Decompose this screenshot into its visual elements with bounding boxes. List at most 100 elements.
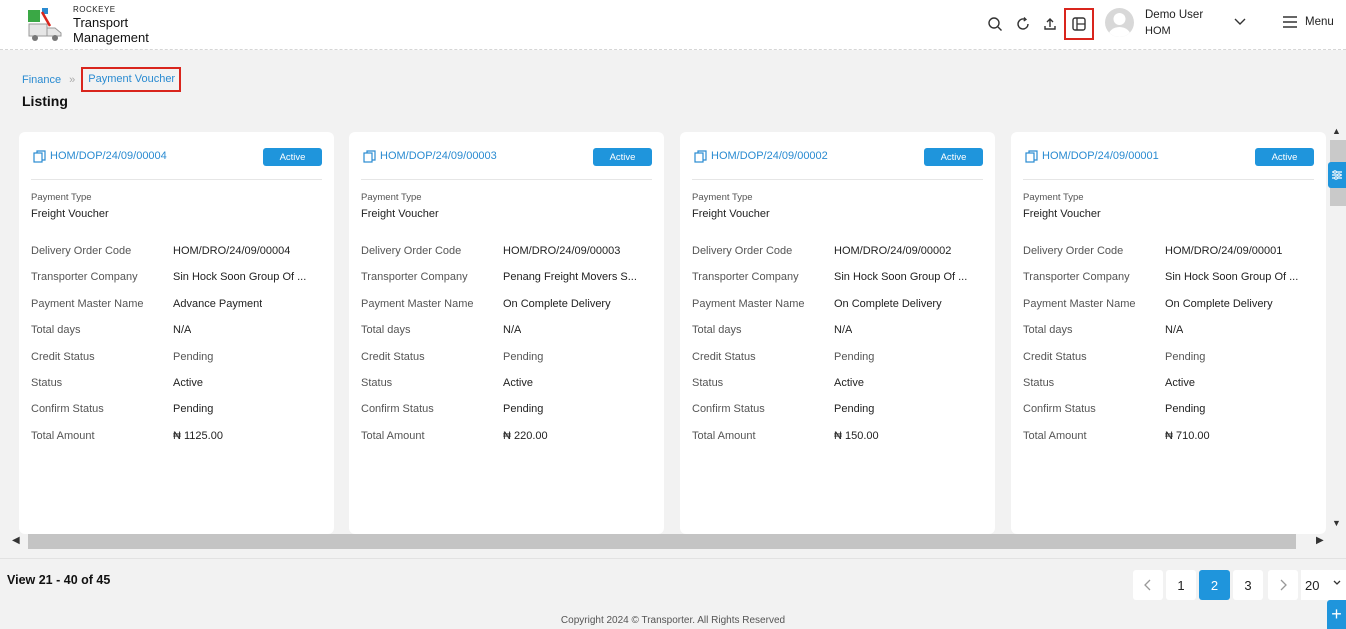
field-label: Credit Status <box>1023 350 1087 363</box>
voucher-card[interactable]: HOM/DOP/24/09/00002 Active Payment Type … <box>680 132 995 534</box>
scroll-up-icon[interactable]: ▲ <box>1332 126 1341 136</box>
total-days-value: N/A <box>834 324 853 337</box>
breadcrumb-payment-voucher[interactable]: Payment Voucher <box>81 67 182 92</box>
field-label: Transporter Company <box>1023 271 1130 284</box>
user-org: HOM <box>1145 25 1171 37</box>
horizontal-scroll-thumb[interactable] <box>28 534 1296 549</box>
voucher-card[interactable]: HOM/DOP/24/09/00004 Active Payment Type … <box>19 132 334 534</box>
total-days-value: N/A <box>1165 324 1184 337</box>
page-size-value: 20 <box>1305 577 1320 593</box>
refresh-icon[interactable] <box>1012 13 1034 35</box>
copy-icon[interactable] <box>363 150 376 163</box>
transporter-company-value: Sin Hock Soon Group Of ... <box>173 271 307 284</box>
card-header: HOM/DOP/24/09/00003 Active <box>361 144 652 180</box>
user-name[interactable]: Demo User <box>1145 9 1203 21</box>
credit-status-value: Pending <box>1165 350 1206 363</box>
confirm-status-value: Pending <box>173 403 214 416</box>
payment-type-value: Freight Voucher <box>31 208 109 220</box>
confirm-status-value: Pending <box>503 403 544 416</box>
truck-logo-icon <box>28 8 62 41</box>
menu-button[interactable]: Menu <box>1282 16 1334 28</box>
status-badge: Active <box>263 148 322 166</box>
page-button-3[interactable]: 3 <box>1233 570 1263 600</box>
next-page-button[interactable] <box>1268 570 1298 600</box>
confirm-status-value: Pending <box>1165 403 1206 416</box>
field-label: Payment Master Name <box>361 297 474 310</box>
chevron-down-icon[interactable] <box>1233 17 1247 27</box>
transporter-company-value: Sin Hock Soon Group Of ... <box>834 271 968 284</box>
payment-type-value: Freight Voucher <box>692 208 770 220</box>
prev-page-button[interactable] <box>1133 570 1163 600</box>
scroll-down-icon[interactable]: ▼ <box>1332 518 1341 528</box>
card-header: HOM/DOP/24/09/00001 Active <box>1023 144 1314 180</box>
copy-icon[interactable] <box>1025 150 1038 163</box>
breadcrumb-finance[interactable]: Finance <box>22 74 61 86</box>
field-label: Delivery Order Code <box>31 245 132 257</box>
field-label: Confirm Status <box>1023 403 1096 416</box>
field-label: Total days <box>692 324 742 337</box>
field-label: Payment Master Name <box>31 297 144 310</box>
page-button-2[interactable]: 2 <box>1199 570 1230 600</box>
field-label: Payment Master Name <box>692 297 805 310</box>
voucher-code-link[interactable]: HOM/DOP/24/09/00001 <box>1042 150 1159 162</box>
voucher-card[interactable]: HOM/DOP/24/09/00001 Active Payment Type … <box>1011 132 1326 534</box>
field-label: Total days <box>1023 324 1073 337</box>
payment-type-value: Freight Voucher <box>361 208 439 220</box>
field-label: Status <box>361 376 393 389</box>
status-value: Active <box>1165 376 1195 389</box>
delivery-order-code-value: HOM/DRO/24/09/00003 <box>503 245 621 257</box>
brand-title-line-2: Management <box>73 30 149 45</box>
payment-type-value: Freight Voucher <box>1023 208 1101 220</box>
double-chevron-right-icon: » <box>69 74 76 86</box>
field-label: Confirm Status <box>361 403 434 416</box>
field-label: Status <box>1023 376 1055 389</box>
plus-icon: + <box>1331 604 1342 624</box>
field-label: Status <box>31 376 63 389</box>
filter-panel-toggle[interactable] <box>1328 162 1346 188</box>
field-label: Total Amount <box>31 429 95 442</box>
page-title: Listing <box>22 93 68 109</box>
field-label: Transporter Company <box>31 271 138 284</box>
field-label: Payment Master Name <box>1023 297 1136 310</box>
card-header: HOM/DOP/24/09/00004 Active <box>31 144 322 180</box>
breadcrumb: Finance » Payment Voucher <box>22 67 182 92</box>
horizontal-scrollbar[interactable]: ◀ ▶ <box>0 534 1328 550</box>
voucher-code-link[interactable]: HOM/DOP/24/09/00003 <box>380 150 497 162</box>
field-label: Total Amount <box>692 429 756 442</box>
field-label: Total Amount <box>361 429 425 442</box>
scroll-right-icon[interactable]: ▶ <box>1316 535 1324 546</box>
status-value: Active <box>503 376 533 389</box>
upload-icon[interactable] <box>1039 13 1061 35</box>
page-button-1[interactable]: 1 <box>1166 570 1196 600</box>
credit-status-value: Pending <box>834 350 875 363</box>
copy-icon[interactable] <box>694 150 707 163</box>
payment-type-label: Payment Type <box>361 192 422 203</box>
voucher-code-link[interactable]: HOM/DOP/24/09/00002 <box>711 150 828 162</box>
voucher-code-link[interactable]: HOM/DOP/24/09/00004 <box>50 150 167 162</box>
scroll-left-icon[interactable]: ◀ <box>12 535 20 546</box>
brand-small: ROCKEYE <box>73 5 116 14</box>
layout-icon[interactable] <box>1064 8 1094 40</box>
field-label: Total days <box>31 324 81 337</box>
brand-title-line-1: Transport <box>73 15 129 30</box>
total-amount-value: ₦ 1125.00 <box>173 429 223 442</box>
field-label: Credit Status <box>692 350 756 363</box>
add-button[interactable]: + <box>1327 600 1346 629</box>
footer-divider <box>0 558 1346 559</box>
payment-master-name-value: Advance Payment <box>173 297 263 310</box>
voucher-card[interactable]: HOM/DOP/24/09/00003 Active Payment Type … <box>349 132 664 534</box>
status-badge: Active <box>593 148 652 166</box>
chevron-left-icon <box>1144 579 1151 591</box>
total-amount-value: ₦ 150.00 <box>834 429 879 442</box>
copy-icon[interactable] <box>33 150 46 163</box>
search-icon[interactable] <box>984 13 1006 35</box>
delivery-order-code-value: HOM/DRO/24/09/00002 <box>834 245 952 257</box>
status-value: Active <box>834 376 864 389</box>
avatar[interactable] <box>1105 8 1134 37</box>
confirm-status-value: Pending <box>834 403 875 416</box>
delivery-order-code-value: HOM/DRO/24/09/00001 <box>1165 245 1283 257</box>
payment-master-name-value: On Complete Delivery <box>503 297 611 310</box>
page-size-select[interactable]: 20 <box>1301 570 1346 600</box>
cards-list: HOM/DOP/24/09/00004 Active Payment Type … <box>0 124 1346 534</box>
field-label: Transporter Company <box>361 271 468 284</box>
